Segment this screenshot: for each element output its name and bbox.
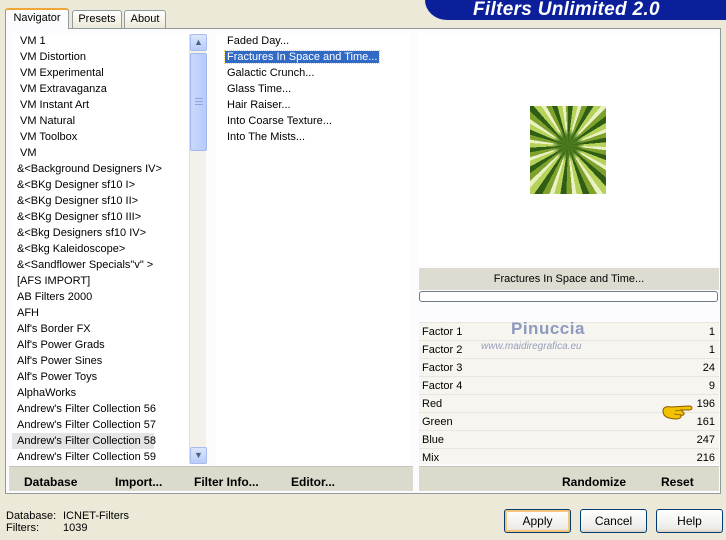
param-label: Blue <box>422 434 445 446</box>
category-scrollbar[interactable]: ▲ ▼ <box>189 34 207 464</box>
param-value: 24 <box>702 362 715 374</box>
param-value: 216 <box>696 452 715 464</box>
category-item[interactable]: VM <box>12 145 206 161</box>
filter-item[interactable]: Hair Raiser... <box>216 97 411 113</box>
category-item[interactable]: VM Toolbox <box>12 129 206 145</box>
scroll-thumb[interactable] <box>190 53 207 151</box>
category-item[interactable]: VM 1 <box>12 33 206 49</box>
cancel-button[interactable]: Cancel <box>580 509 647 533</box>
category-item[interactable]: Alf's Power Toys <box>12 369 206 385</box>
param-label: Green <box>422 416 453 428</box>
watermark-name: Pinuccia <box>511 319 585 338</box>
filter-item[interactable]: Glass Time... <box>216 81 411 97</box>
param-label: Mix <box>422 452 440 464</box>
filter-item[interactable]: Into The Mists... <box>216 129 411 145</box>
filter-info-button[interactable]: Filter Info... <box>194 475 259 489</box>
category-item[interactable]: Andrew's Filter Collection 57 <box>12 417 206 433</box>
param-value: 161 <box>696 416 715 428</box>
param-label: Red <box>422 398 443 410</box>
param-row[interactable]: Blue 247 <box>419 430 719 448</box>
category-item[interactable]: &<BKg Designer sf10 III> <box>12 209 206 225</box>
category-item[interactable]: &<BKg Designer sf10 I> <box>12 177 206 193</box>
import-button[interactable]: Import... <box>115 475 162 489</box>
category-list[interactable]: VM 1 VM Distortion VM Experimental VM Extra… <box>12 33 206 465</box>
filter-item-label: Hair Raiser... <box>227 99 291 111</box>
preview-thumbnail <box>530 106 606 194</box>
filter-item[interactable]: Into Coarse Texture... <box>216 113 411 129</box>
category-item[interactable]: AlphaWorks <box>12 385 206 401</box>
category-item[interactable]: Alf's Border FX <box>12 321 206 337</box>
database-value: ICNET-Filters <box>63 510 129 522</box>
filter-list[interactable]: Faded Day... Fractures In Space and Time.… <box>216 33 411 465</box>
category-item[interactable]: VM Instant Art <box>12 97 206 113</box>
category-item[interactable]: &<Bkg Designers sf10 IV> <box>12 225 206 241</box>
watermark-url: www.maidiregrafica.eu <box>481 341 582 352</box>
param-value: 9 <box>708 380 715 392</box>
category-item[interactable]: &<Bkg Kaleidoscope> <box>12 241 206 257</box>
list-action-bar: Database Import... Filter Info... Editor… <box>9 466 413 491</box>
param-action-bar: Randomize Reset <box>419 466 719 491</box>
selected-filter-name: Fractures In Space and Time... <box>419 268 719 290</box>
database-label: Database: <box>6 510 57 522</box>
param-label: Factor 2 <box>422 344 463 356</box>
help-button[interactable]: Help <box>656 509 723 533</box>
category-item[interactable]: VM Natural <box>12 113 206 129</box>
filter-item[interactable]: Fractures In Space and Time... <box>216 49 411 65</box>
param-value: 196 <box>696 398 715 410</box>
progress-bar <box>419 291 718 302</box>
randomize-button[interactable]: Randomize <box>562 475 626 489</box>
filters-count: 1039 <box>63 522 88 534</box>
tab-navigator[interactable]: Navigator <box>5 8 69 29</box>
param-label: Factor 3 <box>422 362 463 374</box>
filter-item-label: Faded Day... <box>227 35 290 47</box>
category-item[interactable]: [AFS IMPORT] <box>12 273 206 289</box>
category-item[interactable]: Andrew's Filter Collection 56 <box>12 401 206 417</box>
filter-item-label: Galactic Crunch... <box>227 67 315 79</box>
filter-item-label: Into The Mists... <box>227 131 306 143</box>
tab-presets[interactable]: Presets <box>72 10 122 28</box>
category-item[interactable]: VM Experimental <box>12 65 206 81</box>
category-item[interactable]: &<Background Designers IV> <box>12 161 206 177</box>
category-item[interactable]: Alf's Power Sines <box>12 353 206 369</box>
reset-button[interactable]: Reset <box>661 475 694 489</box>
category-item[interactable]: Andrew's Filter Collection 59 <box>12 449 206 465</box>
filter-item-label: Fractures In Space and Time... <box>223 50 381 64</box>
filter-item[interactable]: Faded Day... <box>216 33 411 49</box>
param-value: 247 <box>696 434 715 446</box>
param-row[interactable]: Factor 4 9 <box>419 376 719 394</box>
category-item[interactable]: &<Sandflower Specials"v" > <box>12 257 206 273</box>
status-info: Database: ICNET-Filters Filters: 1039 <box>6 510 129 534</box>
param-value: 1 <box>708 326 715 338</box>
param-row[interactable]: Factor 3 24 <box>419 358 719 376</box>
category-item[interactable]: AFH <box>12 305 206 321</box>
filter-item-label: Into Coarse Texture... <box>227 115 332 127</box>
param-label: Factor 1 <box>422 326 463 338</box>
apply-button[interactable]: Apply <box>504 509 571 533</box>
category-item[interactable]: AB Filters 2000 <box>12 289 206 305</box>
param-row[interactable]: Mix 216 <box>419 448 719 466</box>
filter-item-label: Glass Time... <box>227 83 292 95</box>
category-item[interactable]: Alf's Power Grads <box>12 337 206 353</box>
category-item[interactable]: &<BKg Designer sf10 II> <box>12 193 206 209</box>
filters-label: Filters: <box>6 522 39 534</box>
database-button[interactable]: Database <box>24 475 77 489</box>
scroll-down-button[interactable]: ▼ <box>190 447 207 464</box>
category-item[interactable]: VM Distortion <box>12 49 206 65</box>
param-value: 1 <box>708 344 715 356</box>
tab-about[interactable]: About <box>124 10 166 28</box>
param-label: Factor 4 <box>422 380 463 392</box>
pointing-hand-icon <box>662 405 693 420</box>
editor-button[interactable]: Editor... <box>291 475 335 489</box>
category-item[interactable]: VM Extravaganza <box>12 81 206 97</box>
app-title-banner: Filters Unlimited 2.0 <box>425 0 726 20</box>
scroll-up-button[interactable]: ▲ <box>190 34 207 51</box>
category-item[interactable]: Andrew's Filter Collection 58 <box>12 433 156 449</box>
filter-item[interactable]: Galactic Crunch... <box>216 65 411 81</box>
